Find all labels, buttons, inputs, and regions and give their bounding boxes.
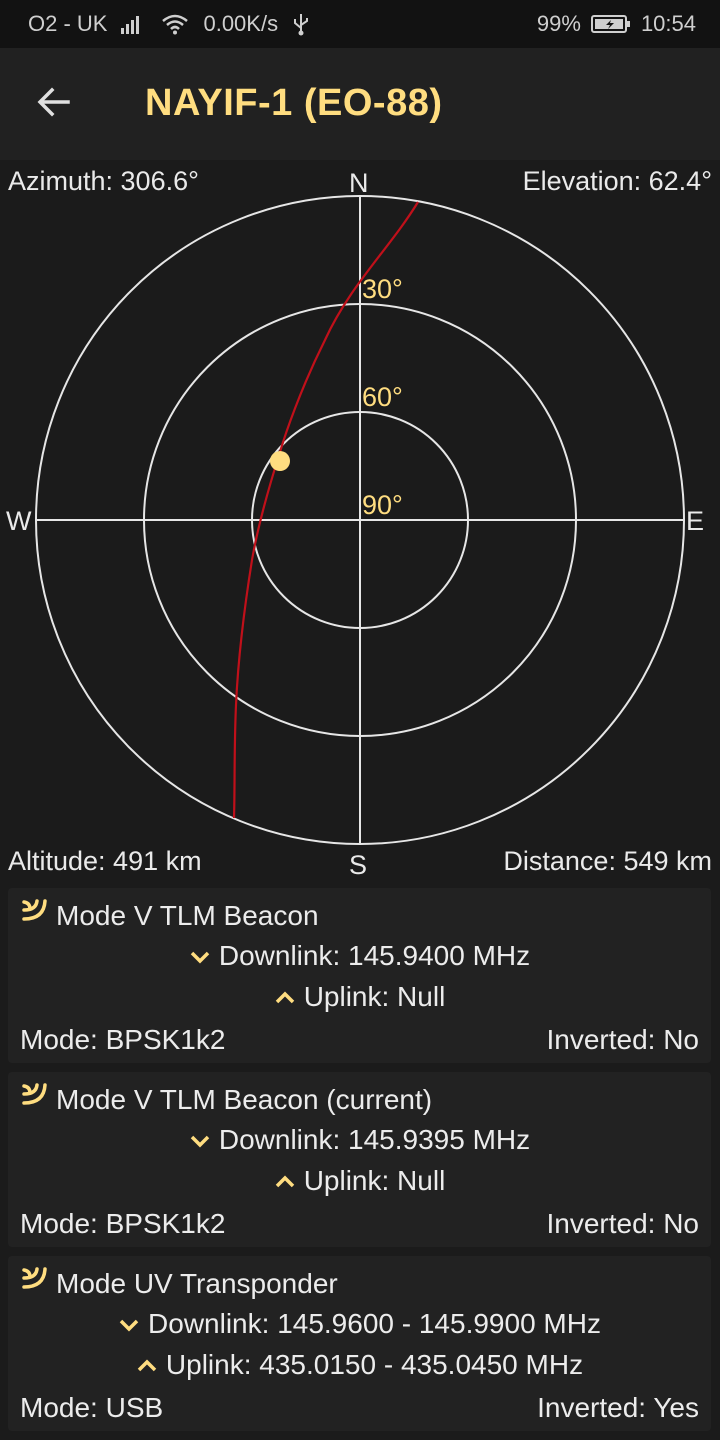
usb-icon xyxy=(292,12,310,36)
transmitter-mode: Mode: USB xyxy=(20,1392,164,1423)
battery-percent: 99% xyxy=(536,11,581,36)
back-button[interactable] xyxy=(26,76,82,132)
transmitter-mode: Mode: BPSK1k2 xyxy=(20,1024,226,1055)
signal-waves-icon xyxy=(20,898,48,933)
clock: 10:54 xyxy=(640,11,696,36)
transmitter-name: Mode V TLM Beacon xyxy=(56,899,319,931)
transmitter-inverted: Inverted: No xyxy=(546,1024,699,1055)
compass-west: W xyxy=(6,506,32,536)
sky-plot-graphic xyxy=(35,195,685,845)
azimuth-readout: Azimuth: 306.6° xyxy=(8,166,199,196)
app-bar: NAYIF-1 (EO-88) xyxy=(0,48,720,160)
chevron-down-icon xyxy=(189,940,211,972)
elevation-readout: Elevation: 62.4° xyxy=(522,166,712,196)
page-title: NAYIF-1 (EO-88) xyxy=(145,82,443,124)
chevron-up-icon xyxy=(274,1165,296,1197)
transmitter-card[interactable]: Mode V TLM Beacon Downlink: 145.9400 MHz… xyxy=(8,888,711,1063)
downlink-frequency: Downlink: 145.9395 MHz xyxy=(218,1124,531,1155)
distance-readout: Distance: 549 km xyxy=(503,846,712,876)
chevron-up-icon xyxy=(136,1349,158,1381)
sky-plot: Azimuth: 306.6° Elevation: 62.4° N S E W… xyxy=(0,160,720,880)
transmitter-mode: Mode: BPSK1k2 xyxy=(20,1208,226,1239)
downlink-frequency: Downlink: 145.9600 - 145.9900 MHz xyxy=(148,1308,601,1339)
arrow-back-icon xyxy=(36,84,72,125)
transmitter-name: Mode V TLM Beacon (current) xyxy=(56,1083,433,1115)
transmitter-card[interactable]: Mode V TLM Beacon (current) Downlink: 14… xyxy=(8,1072,711,1247)
transmitter-name: Mode UV Transponder xyxy=(56,1267,338,1299)
compass-east: E xyxy=(686,506,705,536)
satellite-position-marker xyxy=(270,451,290,471)
transmitter-inverted: Inverted: Yes xyxy=(537,1392,699,1423)
transmitter-card[interactable]: Mode UV Transponder Downlink: 145.9600 -… xyxy=(8,1256,711,1431)
chevron-up-icon xyxy=(274,981,296,1013)
net-speed-label: 0.00K/s xyxy=(203,11,279,36)
chevron-down-icon xyxy=(189,1124,211,1156)
uplink-frequency: Uplink: Null xyxy=(303,981,446,1012)
ring-label-30: 30° xyxy=(362,274,403,304)
compass-north: N xyxy=(349,168,369,198)
ring-label-90: 90° xyxy=(362,490,403,520)
chevron-down-icon xyxy=(118,1308,140,1340)
compass-south: S xyxy=(349,850,368,880)
transmitter-inverted: Inverted: No xyxy=(546,1208,699,1239)
signal-icon xyxy=(121,14,147,34)
battery-icon xyxy=(590,14,631,34)
uplink-frequency: Uplink: 435.0150 - 435.0450 MHz xyxy=(165,1349,584,1380)
altitude-readout: Altitude: 491 km xyxy=(8,846,202,876)
wifi-icon xyxy=(161,13,189,35)
downlink-frequency: Downlink: 145.9400 MHz xyxy=(218,940,531,971)
signal-waves-icon xyxy=(20,1266,48,1301)
carrier-label: O2 - UK xyxy=(28,11,108,36)
signal-waves-icon xyxy=(20,1082,48,1117)
uplink-frequency: Uplink: Null xyxy=(303,1165,446,1196)
ring-label-60: 60° xyxy=(362,382,403,412)
status-bar: O2 - UK 0.00K/s 99% 10:54 xyxy=(0,0,720,48)
